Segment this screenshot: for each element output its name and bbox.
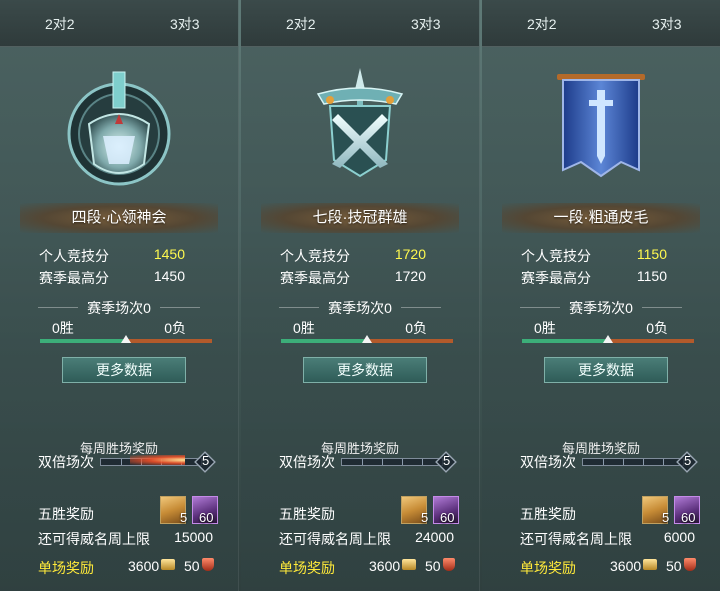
tab-3v3[interactable]: 3对3 [652,14,682,34]
personal-score-label: 个人竞技分 [280,248,350,264]
ratio-marker-icon [603,335,613,343]
tab-3v3[interactable]: 3对3 [170,14,200,34]
reputation-icon [443,558,455,571]
item1-qty: 5 [421,510,429,525]
cap-label: 还可得威名周上限 [520,531,632,547]
cap-value: 15000 [174,529,213,545]
win-loss-bar [522,335,694,343]
wins-count: 0胜 [52,320,74,336]
cap-label: 还可得威名周上限 [38,531,150,547]
season-best-value: 1450 [153,268,185,284]
ratio-marker-icon [121,335,131,343]
item2-qty: 60 [440,510,455,525]
wins-count: 0胜 [293,320,315,336]
season-best-value: 1150 [636,268,667,284]
double-value: 5 [443,453,451,468]
tab-2v2[interactable]: 2对2 [286,14,316,34]
double-label: 双倍场次 [520,454,576,470]
single-reward-label: 单场奖励 [38,560,94,576]
double-label: 双倍场次 [279,454,335,470]
item1-qty: 5 [662,510,670,525]
five-win-label: 五胜奖励 [279,506,335,522]
rank-name: 四段·心领神会 [20,203,218,233]
five-win-label: 五胜奖励 [38,506,94,522]
tab-2v2[interactable]: 2对2 [45,14,75,34]
single-coin-value: 3600 [369,558,401,574]
season-best-value: 1720 [394,268,426,284]
reputation-icon [202,558,214,571]
single-coin-value: 3600 [128,558,160,574]
personal-score-value: 1720 [394,246,426,262]
arena-panel-3: 2对2 3对3 一段·粗通皮毛 个人竞技分 1150 赛季最高分 1150 赛季… [482,0,720,591]
ratio-marker-icon [362,335,372,343]
mode-tabs: 2对2 3对3 [482,0,720,47]
personal-score-label: 个人竞技分 [39,248,109,264]
season-games: 赛季场次0 [482,298,720,318]
single-rep-value: 50 [425,558,441,574]
double-value: 5 [202,453,210,468]
double-progress-bar [341,458,443,466]
rank-emblem-7-icon [316,68,404,178]
losses-count: 0负 [164,320,186,336]
item2-qty: 60 [681,510,696,525]
single-rep-value: 50 [666,558,682,574]
single-reward-label: 单场奖励 [279,560,335,576]
single-rep-value: 50 [184,558,200,574]
arena-panel-1: 2对2 3对3 四段·心领神会 个人竞技分 1450 赛季最高分 1450 赛季… [0,0,239,591]
tab-3v3[interactable]: 3对3 [411,14,441,34]
single-reward-label: 单场奖励 [520,560,576,576]
rank-emblem-4-icon [67,71,171,186]
rank-name: 一段·粗通皮毛 [502,203,700,233]
cap-value: 6000 [663,529,695,545]
item1-qty: 5 [180,510,188,525]
losses-count: 0负 [405,320,427,336]
item2-qty: 60 [199,510,214,525]
win-loss-bar [40,335,212,343]
rank-emblem-1-icon [557,74,645,178]
rank-name: 七段·技冠群雄 [261,203,459,233]
personal-score-value: 1150 [636,246,667,262]
cap-value: 24000 [415,529,454,545]
five-win-label: 五胜奖励 [520,506,576,522]
season-games: 赛季场次0 [0,298,238,318]
season-best-label: 赛季最高分 [39,270,109,286]
season-best-label: 赛季最高分 [280,270,350,286]
coin-icon [402,559,416,570]
cap-label: 还可得威名周上限 [279,531,391,547]
double-progress-bar [582,458,684,466]
wins-count: 0胜 [534,320,556,336]
season-best-label: 赛季最高分 [521,270,591,286]
tab-2v2[interactable]: 2对2 [527,14,557,34]
season-games: 赛季场次0 [241,298,479,318]
flame-effect-icon [130,455,185,465]
mode-tabs: 2对2 3对3 [0,0,238,47]
coin-icon [643,559,657,570]
personal-score-label: 个人竞技分 [521,248,591,264]
more-data-button[interactable]: 更多数据 [303,357,427,383]
more-data-button[interactable]: 更多数据 [544,357,668,383]
mode-tabs: 2对2 3对3 [241,0,479,47]
arena-panel-2: 2对2 3对3 七段·技冠群雄 个人竞技分 1720 赛季最高分 1720 赛季… [241,0,480,591]
reputation-icon [684,558,696,571]
personal-score-value: 1450 [153,246,185,262]
single-coin-value: 3600 [610,558,642,574]
coin-icon [161,559,175,570]
win-loss-bar [281,335,453,343]
double-label: 双倍场次 [38,454,94,470]
more-data-button[interactable]: 更多数据 [62,357,186,383]
losses-count: 0负 [646,320,668,336]
double-value: 5 [684,453,692,468]
